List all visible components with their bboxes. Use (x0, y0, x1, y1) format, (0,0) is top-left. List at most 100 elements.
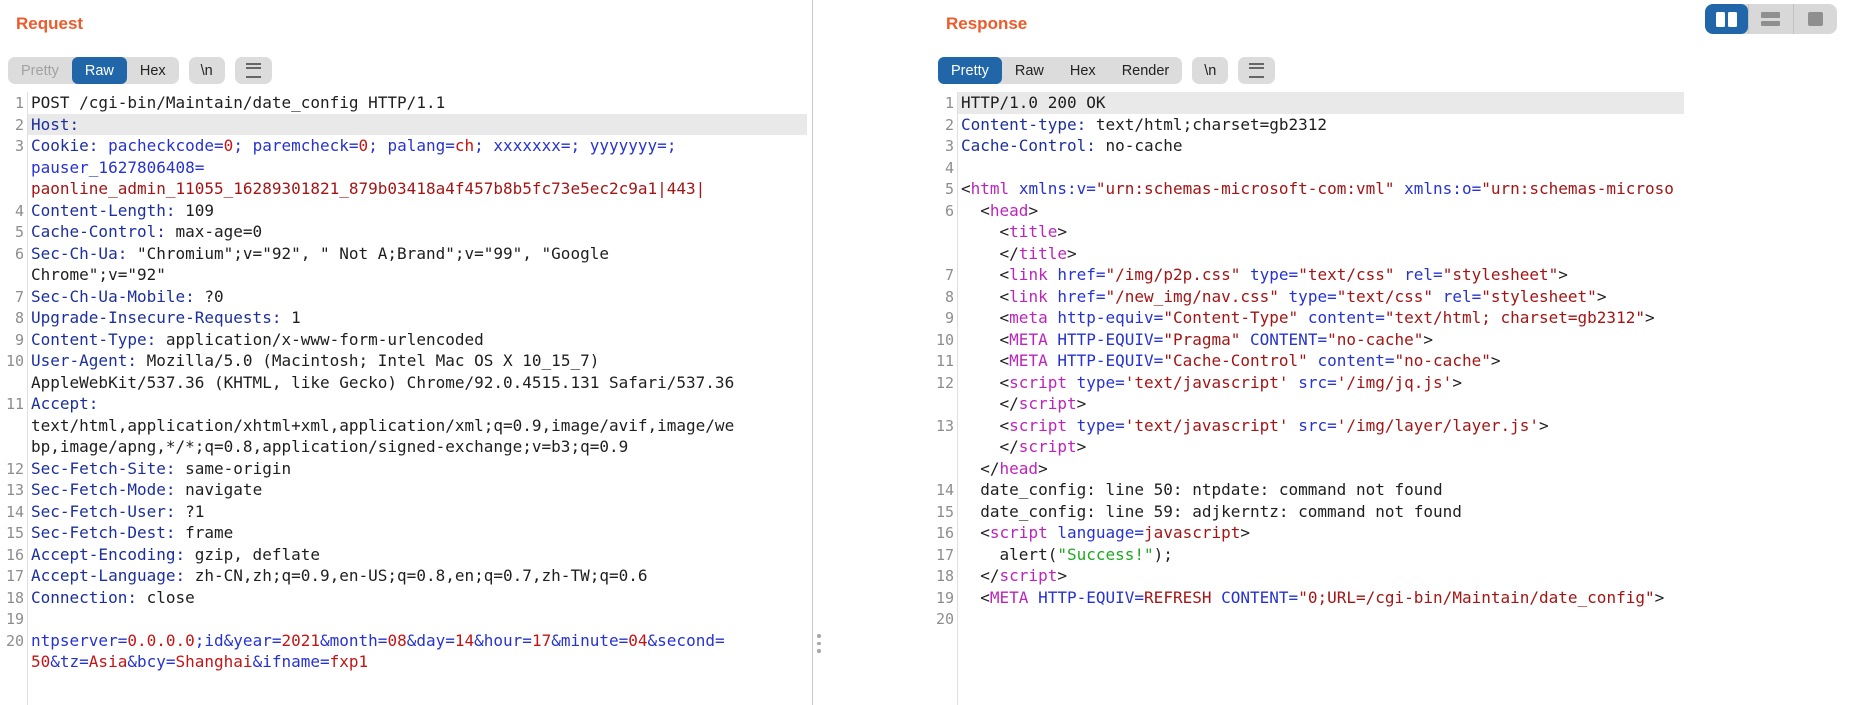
code-line: </script> (930, 393, 1867, 415)
response-title: Response (946, 14, 1027, 34)
line-number: 1 (2, 93, 24, 115)
request-panel: Request PrettyRawHex \n 1POST /cgi-bin/M… (0, 0, 813, 705)
line-number: 6 (2, 244, 24, 266)
line-number: 3 (932, 136, 954, 158)
code-line: </script> (930, 436, 1867, 458)
request-editor[interactable]: 1POST /cgi-bin/Maintain/date_config HTTP… (0, 92, 812, 705)
line-number: 5 (2, 222, 24, 244)
code-line: 4Content-Length: 109 (0, 200, 812, 222)
panel-splitter-handle[interactable] (815, 630, 823, 657)
code-line: pauser_1627806408= (0, 157, 812, 179)
line-number: 14 (2, 502, 24, 524)
code-line: 1HTTP/1.0 200 OK (930, 92, 1867, 114)
code-line: </head> (930, 458, 1867, 480)
line-number: 17 (932, 545, 954, 567)
line-number: 7 (932, 265, 954, 287)
response-menu-button[interactable] (1238, 57, 1275, 84)
response-panel: Response PrettyRawHexRender \n 1HTTP/1.0… (930, 0, 1867, 705)
line-number: 17 (2, 566, 24, 588)
line-number: 5 (932, 179, 954, 201)
line-number: 2 (2, 115, 24, 137)
code-line: </title> (930, 243, 1867, 265)
code-line: 5<html xmlns:v="urn:schemas-microsoft-co… (930, 178, 1867, 200)
code-line: text/html,application/xhtml+xml,applicat… (0, 415, 812, 437)
line-number: 18 (2, 588, 24, 610)
code-line: 1POST /cgi-bin/Maintain/date_config HTTP… (0, 92, 812, 114)
code-line: 7 <link href="/img/p2p.css" type="text/c… (930, 264, 1867, 286)
code-line: 13 <script type='text/javascript' src='/… (930, 415, 1867, 437)
code-line: 7Sec-Ch-Ua-Mobile: ?0 (0, 286, 812, 308)
request-newline-toggle[interactable]: \n (189, 57, 225, 84)
line-number: 16 (2, 545, 24, 567)
code-line: 12Sec-Fetch-Site: same-origin (0, 458, 812, 480)
drag-handle-dots-icon (817, 634, 821, 638)
code-line: 18 </script> (930, 565, 1867, 587)
line-number: 14 (932, 480, 954, 502)
line-number: 3 (2, 136, 24, 158)
code-line: 6 <head> (930, 200, 1867, 222)
line-number: 11 (932, 351, 954, 373)
tab-pretty[interactable]: Pretty (938, 57, 1002, 84)
line-number: 19 (2, 609, 24, 631)
code-line: paonline_admin_11055_16289301821_879b034… (0, 178, 812, 200)
line-number: 20 (2, 631, 24, 653)
code-line: 10User-Agent: Mozilla/5.0 (Macintosh; In… (0, 350, 812, 372)
http-message-viewer: Request PrettyRawHex \n 1POST /cgi-bin/M… (0, 0, 1867, 705)
layout-side-by-side-button[interactable] (1705, 4, 1748, 34)
code-line: 17 alert("Success!"); (930, 544, 1867, 566)
code-line: 2Content-type: text/html;charset=gb2312 (930, 114, 1867, 136)
request-view-tabs: PrettyRawHex (8, 57, 179, 84)
line-number: 7 (2, 287, 24, 309)
line-number: 10 (2, 351, 24, 373)
code-line: 6Sec-Ch-Ua: "Chromium";v="92", " Not A;B… (0, 243, 812, 265)
code-line: 2Host: (0, 114, 812, 136)
tab-hex[interactable]: Hex (1057, 57, 1109, 84)
line-number: 13 (932, 416, 954, 438)
code-line: 17Accept-Language: zh-CN,zh;q=0.9,en-US;… (0, 565, 812, 587)
line-number: 10 (932, 330, 954, 352)
tab-render[interactable]: Render (1109, 57, 1183, 84)
code-line: 9 <meta http-equiv="Content-Type" conten… (930, 307, 1867, 329)
line-number: 19 (932, 588, 954, 610)
code-line: 14 date_config: line 50: ntpdate: comman… (930, 479, 1867, 501)
code-line: 14Sec-Fetch-User: ?1 (0, 501, 812, 523)
line-number: 16 (932, 523, 954, 545)
layout-single-button[interactable] (1793, 4, 1837, 34)
tab-hex[interactable]: Hex (127, 57, 179, 84)
code-line: 8Upgrade-Insecure-Requests: 1 (0, 307, 812, 329)
line-number: 9 (932, 308, 954, 330)
code-line: bp,image/apng,*/*;q=0.8,application/sign… (0, 436, 812, 458)
layout-switcher (1705, 4, 1837, 34)
code-line: 19 <META HTTP-EQUIV=REFRESH CONTENT="0;U… (930, 587, 1867, 609)
line-number: 1 (932, 93, 954, 115)
code-line: <title> (930, 221, 1867, 243)
code-line: 13Sec-Fetch-Mode: navigate (0, 479, 812, 501)
line-number: 20 (932, 609, 954, 631)
code-line: 20ntpserver=0.0.0.0;id&year=2021&month=0… (0, 630, 812, 652)
code-line: 16Accept-Encoding: gzip, deflate (0, 544, 812, 566)
request-title: Request (16, 14, 83, 34)
line-number: 18 (932, 566, 954, 588)
line-number: 8 (932, 287, 954, 309)
line-number: 8 (2, 308, 24, 330)
response-newline-toggle[interactable]: \n (1192, 57, 1228, 84)
code-line: 20 (930, 608, 1867, 630)
request-menu-button[interactable] (235, 57, 272, 84)
line-number: 15 (932, 502, 954, 524)
hamburger-menu-icon (246, 63, 261, 78)
request-tabbar: PrettyRawHex \n (8, 57, 272, 84)
response-editor[interactable]: 1HTTP/1.0 200 OK2Content-type: text/html… (930, 92, 1867, 705)
code-line: 50&tz=Asia&bcy=Shanghai&ifname=fxp1 (0, 651, 812, 673)
tab-pretty[interactable]: Pretty (8, 57, 72, 84)
line-number: 4 (2, 201, 24, 223)
code-line: 3Cache-Control: no-cache (930, 135, 1867, 157)
code-line: 5Cache-Control: max-age=0 (0, 221, 812, 243)
response-view-tabs: PrettyRawHexRender (938, 57, 1182, 84)
line-number: 15 (2, 523, 24, 545)
tab-raw[interactable]: Raw (1002, 57, 1057, 84)
tab-raw[interactable]: Raw (72, 57, 127, 84)
code-line: 4 (930, 157, 1867, 179)
layout-stacked-button[interactable] (1748, 4, 1792, 34)
response-tabbar: PrettyRawHexRender \n (938, 57, 1275, 84)
line-number: 9 (2, 330, 24, 352)
